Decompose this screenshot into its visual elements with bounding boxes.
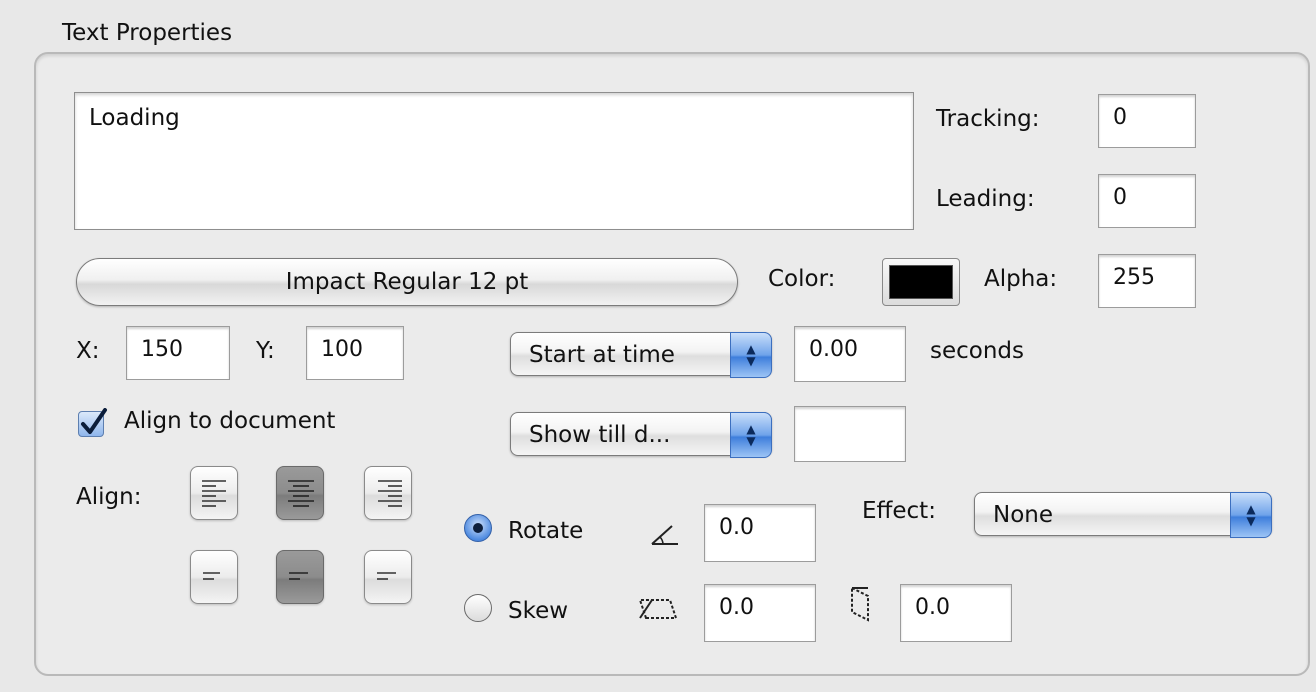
align-center-icon xyxy=(288,480,314,507)
color-swatch[interactable] xyxy=(882,258,960,306)
align-middle-button[interactable] xyxy=(276,550,324,604)
skew-x-field[interactable]: 0.0 xyxy=(704,584,816,642)
skew-label: Skew xyxy=(508,598,569,624)
align-center-button[interactable] xyxy=(276,466,324,520)
align-label: Align: xyxy=(76,484,142,510)
group-title: Text Properties xyxy=(62,20,233,46)
rotate-radio[interactable] xyxy=(464,514,492,542)
effect-popup-label: None xyxy=(993,502,1054,528)
align-right-button[interactable] xyxy=(364,466,412,520)
alpha-label: Alpha: xyxy=(984,266,1058,292)
rotate-field[interactable]: 0.0 xyxy=(704,504,816,562)
tracking-field[interactable]: 0 xyxy=(1098,94,1196,148)
align-middle-icon xyxy=(289,572,308,580)
tracking-label: Tracking: xyxy=(936,106,1040,132)
x-label: X: xyxy=(76,338,100,364)
checkmark-icon xyxy=(81,408,107,434)
start-time-popup[interactable]: Start at time ▲ ▼ xyxy=(510,332,772,378)
skew-horizontal-icon xyxy=(638,599,678,619)
seconds-label: seconds xyxy=(930,338,1025,364)
y-field[interactable]: 100 xyxy=(306,326,404,380)
align-top-button[interactable] xyxy=(190,550,238,604)
y-label: Y: xyxy=(256,338,275,364)
color-label: Color: xyxy=(768,266,836,292)
align-top-icon xyxy=(203,572,220,580)
color-swatch-fill xyxy=(889,265,953,299)
align-to-document-label: Align to document xyxy=(124,408,336,434)
leading-field[interactable]: 0 xyxy=(1098,174,1196,228)
end-time-popup[interactable]: Show till d... ▲ ▼ xyxy=(510,412,772,458)
effect-popup[interactable]: None ▲ ▼ xyxy=(974,492,1272,538)
align-right-icon xyxy=(378,480,402,507)
leading-label: Leading: xyxy=(936,186,1035,212)
align-left-icon xyxy=(202,480,226,507)
end-time-popup-label: Show till d... xyxy=(529,422,671,448)
alpha-field[interactable]: 255 xyxy=(1098,254,1196,308)
skew-vertical-icon xyxy=(851,586,869,622)
font-button[interactable]: Impact Regular 12 pt xyxy=(76,258,738,306)
angle-icon xyxy=(651,525,678,545)
align-left-button[interactable] xyxy=(190,466,238,520)
align-bottom-button[interactable] xyxy=(364,550,412,604)
effect-label: Effect: xyxy=(862,498,936,524)
align-bottom-icon xyxy=(377,572,396,580)
align-to-document-checkbox[interactable] xyxy=(78,408,107,437)
x-field[interactable]: 150 xyxy=(126,326,230,380)
up-down-arrows-icon: ▲ ▼ xyxy=(730,332,772,378)
skew-radio[interactable] xyxy=(464,594,492,622)
skew-y-field[interactable]: 0.0 xyxy=(900,584,1012,642)
rotate-label: Rotate xyxy=(508,518,584,544)
up-down-arrows-icon: ▲ ▼ xyxy=(1230,492,1272,538)
up-down-arrows-icon: ▲ ▼ xyxy=(730,412,772,458)
start-time-field[interactable]: 0.00 xyxy=(794,326,906,382)
text-content-input[interactable]: Loading xyxy=(74,92,914,230)
end-time-field[interactable] xyxy=(794,406,906,462)
start-time-popup-label: Start at time xyxy=(529,342,675,368)
